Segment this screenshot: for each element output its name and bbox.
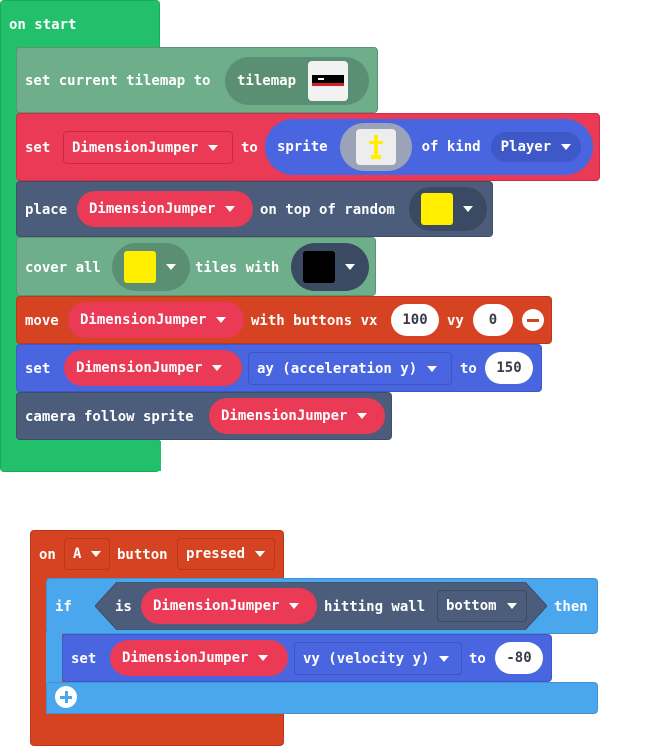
set-ay-keyword: set bbox=[25, 361, 51, 377]
button-value: A bbox=[73, 546, 82, 562]
set-sprite-block[interactable]: set DimensionJumper to sprite of kind Pl… bbox=[16, 113, 600, 181]
cover-with-picker[interactable] bbox=[291, 243, 369, 291]
yellow-tile-swatch bbox=[124, 251, 156, 283]
place-tile-picker[interactable] bbox=[409, 187, 487, 231]
chevron-down-icon bbox=[439, 655, 450, 662]
plus-circle-icon[interactable] bbox=[55, 686, 77, 708]
camera-variable-name: DimensionJumper bbox=[221, 408, 348, 424]
hitting-wall-label: hitting wall bbox=[324, 599, 426, 615]
cover-block[interactable]: cover all tiles with bbox=[16, 237, 376, 296]
chevron-down-icon bbox=[208, 144, 219, 151]
set-vy-block[interactable]: set DimensionJumper vy (velocity y) to -… bbox=[62, 634, 552, 682]
set-tilemap-block[interactable]: set current tilemap to tilemap bbox=[16, 47, 378, 113]
button-dropdown[interactable]: A bbox=[64, 538, 110, 570]
move-block[interactable]: move DimensionJumper with buttons vx 100… bbox=[16, 296, 552, 344]
is-keyword: is bbox=[115, 599, 132, 615]
button-label: button bbox=[117, 547, 168, 563]
chevron-down-icon bbox=[463, 206, 473, 212]
ay-property-dropdown[interactable]: ay (acceleration y) bbox=[248, 352, 452, 385]
set-ay-block[interactable]: set DimensionJumper ay (acceleration y) … bbox=[16, 344, 542, 392]
event-dropdown[interactable]: pressed bbox=[177, 538, 275, 570]
place-variable-name: DimensionJumper bbox=[89, 201, 216, 217]
cover-label: cover all bbox=[25, 260, 101, 276]
ay-variable-name: DimensionJumper bbox=[76, 360, 203, 376]
kind-dropdown[interactable]: Player bbox=[490, 132, 582, 162]
vx-input[interactable]: 100 bbox=[391, 304, 439, 336]
set-keyword: set bbox=[25, 140, 51, 156]
on-start-label: on start bbox=[9, 17, 77, 33]
chevron-down-icon bbox=[427, 365, 438, 372]
vy-label: vy bbox=[447, 313, 464, 329]
yellow-tile-swatch bbox=[421, 193, 453, 225]
variable-dropdown[interactable]: DimensionJumper bbox=[63, 131, 233, 164]
camera-label: camera follow sprite bbox=[25, 409, 194, 425]
black-tile-swatch bbox=[303, 251, 335, 283]
variable-name: DimensionJumper bbox=[72, 139, 199, 156]
if-variable-dropdown[interactable]: DimensionJumper bbox=[141, 588, 317, 624]
ay-variable-dropdown[interactable]: DimensionJumper bbox=[64, 350, 242, 386]
move-variable-dropdown[interactable]: DimensionJumper bbox=[68, 302, 244, 338]
place-block[interactable]: place DimensionJumper on top of random bbox=[16, 181, 493, 237]
chevron-down-icon bbox=[561, 144, 572, 150]
minus-circle-icon[interactable] bbox=[522, 309, 544, 331]
event-value: pressed bbox=[186, 546, 246, 562]
vy-to-keyword: to bbox=[469, 651, 486, 667]
of-kind-label: of kind bbox=[421, 139, 481, 155]
then-keyword: then bbox=[554, 599, 588, 615]
direction-value: bottom bbox=[446, 598, 497, 614]
chevron-down-icon bbox=[212, 365, 223, 371]
chevron-down-icon bbox=[91, 551, 102, 557]
tilemap-value: tilemap bbox=[237, 73, 297, 89]
ay-to-keyword: to bbox=[460, 361, 477, 377]
if-block[interactable]: if is DimensionJumper hitting wall botto… bbox=[46, 578, 598, 634]
chevron-down-icon bbox=[216, 317, 227, 323]
vy-property-dropdown[interactable]: vy (velocity y) bbox=[294, 642, 462, 675]
tiles-with-label: tiles with bbox=[195, 260, 280, 276]
chevron-down-icon bbox=[289, 603, 300, 609]
ay-value-input[interactable]: 150 bbox=[485, 352, 533, 384]
chevron-down-icon bbox=[166, 264, 176, 270]
with-buttons-label: with buttons vx bbox=[251, 313, 378, 329]
move-variable-name: DimensionJumper bbox=[80, 312, 207, 328]
camera-variable-dropdown[interactable]: DimensionJumper bbox=[209, 398, 385, 434]
chevron-down-icon bbox=[506, 603, 517, 609]
vy-variable-name: DimensionJumper bbox=[122, 650, 249, 666]
sprite-reporter[interactable]: sprite of kind Player bbox=[265, 119, 593, 175]
to-keyword: to bbox=[241, 140, 258, 156]
vy-value-input[interactable]: -80 bbox=[495, 642, 543, 674]
tilemap-reporter[interactable]: tilemap bbox=[225, 57, 369, 105]
if-variable-name: DimensionJumper bbox=[153, 598, 280, 614]
vy-property-label: vy (velocity y) bbox=[303, 650, 430, 667]
camera-follow-block[interactable]: camera follow sprite DimensionJumper bbox=[16, 392, 392, 440]
chevron-down-icon bbox=[357, 413, 368, 419]
vy-input[interactable]: 0 bbox=[473, 304, 513, 336]
vy-variable-dropdown[interactable]: DimensionJumper bbox=[110, 640, 288, 676]
chevron-down-icon bbox=[345, 264, 355, 270]
sprite-label: sprite bbox=[277, 139, 328, 155]
chevron-down-icon bbox=[258, 655, 269, 661]
move-label: move bbox=[25, 313, 59, 329]
if-keyword: if bbox=[55, 599, 72, 615]
place-label: place bbox=[25, 202, 68, 218]
ay-property-label: ay (acceleration y) bbox=[257, 360, 418, 377]
kind-value: Player bbox=[500, 139, 552, 155]
yellow-sprite-image-icon[interactable] bbox=[339, 123, 412, 171]
set-vy-keyword: set bbox=[71, 651, 97, 667]
on-top-label: on top of random bbox=[260, 202, 395, 218]
on-keyword: on bbox=[39, 547, 56, 563]
place-variable-dropdown[interactable]: DimensionJumper bbox=[77, 191, 253, 227]
chevron-down-icon bbox=[225, 206, 236, 212]
chevron-down-icon bbox=[255, 551, 266, 557]
cover-tile-picker[interactable] bbox=[112, 243, 190, 291]
on-start-inner-bottom bbox=[15, 441, 161, 471]
direction-dropdown[interactable]: bottom bbox=[437, 590, 527, 622]
set-tilemap-label: set current tilemap to bbox=[25, 73, 211, 89]
if-block-bottom[interactable] bbox=[46, 682, 598, 714]
tilemap-thumbnail-icon[interactable] bbox=[308, 61, 349, 101]
